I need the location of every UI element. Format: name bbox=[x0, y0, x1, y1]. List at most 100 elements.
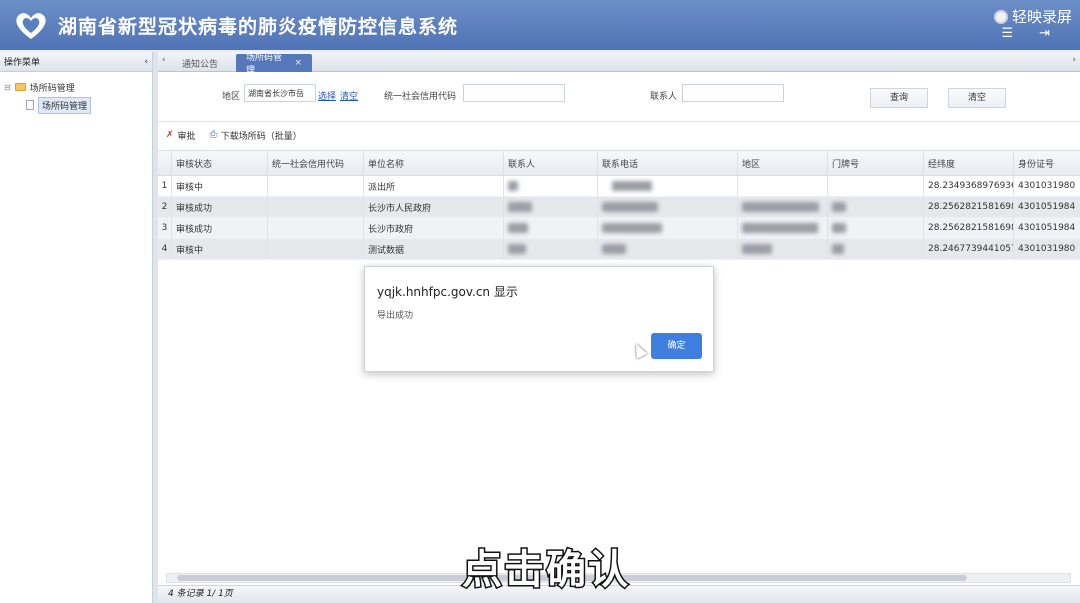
redacted bbox=[508, 181, 518, 191]
cell-credit-code bbox=[268, 218, 364, 238]
download-icon: ⎙ bbox=[209, 130, 217, 140]
region-input[interactable]: 湖南省长沙市岳 bbox=[244, 84, 316, 102]
redacted bbox=[508, 223, 528, 233]
expand-icon[interactable]: ⊟ bbox=[4, 83, 11, 92]
cell-contact bbox=[504, 239, 598, 259]
row-number: 2 bbox=[158, 197, 172, 217]
query-button[interactable]: 查询 bbox=[870, 88, 928, 108]
contact-input[interactable] bbox=[682, 84, 784, 102]
cell-region bbox=[738, 239, 828, 259]
redacted bbox=[832, 223, 846, 233]
menu-icon[interactable]: ☰ bbox=[1001, 26, 1013, 41]
recorder-watermark: 轻映录屏 bbox=[993, 6, 1072, 27]
cell-unit-name: 长沙市政府 bbox=[364, 218, 504, 238]
file-icon bbox=[26, 100, 34, 110]
folder-icon bbox=[14, 83, 26, 91]
cell-unit-name: 长沙市人民政府 bbox=[364, 197, 504, 217]
table-row[interactable]: 4 审核中 测试数据 28.2467739441057 4301031980 bbox=[158, 239, 1080, 260]
col-region[interactable]: 地区 bbox=[738, 151, 828, 175]
col-unit-name[interactable]: 单位名称 bbox=[364, 151, 504, 175]
tab-bar: ‹ 通知公告 场所码管理 × › bbox=[158, 52, 1080, 76]
collapse-icon[interactable]: ‹ bbox=[144, 57, 148, 67]
tab-scroll-left-icon[interactable]: ‹ bbox=[162, 55, 166, 65]
cell-region bbox=[738, 197, 828, 217]
cell-credit-code bbox=[268, 239, 364, 259]
cell-region bbox=[738, 176, 828, 196]
cell-status: 审核成功 bbox=[172, 197, 268, 217]
cell-id-number: 4301031980 bbox=[1018, 244, 1076, 254]
credit-code-label: 统一社会信用代码 bbox=[384, 92, 457, 102]
download-button[interactable]: ⎙ 下载场所码（批量） bbox=[210, 129, 302, 142]
table-row[interactable]: 2 审核成功 长沙市人民政府 28.2562821581698 43010519… bbox=[158, 197, 1080, 218]
row-number: 4 bbox=[158, 239, 172, 259]
col-coordinates[interactable]: 经纬度 bbox=[924, 151, 1014, 175]
redacted bbox=[602, 202, 658, 212]
col-credit-code[interactable]: 统一社会信用代码 bbox=[268, 151, 364, 175]
cell-phone bbox=[598, 218, 738, 238]
cell-contact bbox=[504, 218, 598, 238]
tree-item-parent[interactable]: ⊟ 场所码管理 bbox=[4, 78, 148, 96]
cell-door-number bbox=[828, 239, 924, 259]
review-icon: ✗ bbox=[166, 130, 174, 140]
redacted bbox=[612, 181, 652, 191]
ok-button[interactable]: 确定 bbox=[651, 333, 702, 359]
review-label: 审批 bbox=[177, 131, 196, 142]
cell-coordinates: 28.2562821581698 bbox=[924, 197, 1014, 217]
redacted bbox=[602, 244, 626, 254]
dialog-title: yqjk.hnhfpc.gov.cn 显示 bbox=[377, 285, 518, 299]
col-status[interactable]: 审核状态 bbox=[172, 151, 268, 175]
cell-coordinates: 28.2562821581698 bbox=[924, 218, 1014, 238]
cell-id-number: 4301051984 bbox=[1018, 223, 1076, 233]
row-number: 3 bbox=[158, 218, 172, 238]
tab-close-icon[interactable]: × bbox=[294, 58, 302, 68]
col-contact[interactable]: 联系人 bbox=[504, 151, 598, 175]
col-phone[interactable]: 联系电话 bbox=[598, 151, 738, 175]
alert-dialog: yqjk.hnhfpc.gov.cn 显示 导出成功 确定 bbox=[364, 266, 714, 372]
menu-tree: ⊟ 场所码管理 场所码管理 bbox=[0, 72, 152, 120]
table-row[interactable]: 3 审核成功 长沙市政府 28.2562821581698 4301051984 bbox=[158, 218, 1080, 239]
clear-button[interactable]: 清空 bbox=[948, 88, 1006, 108]
cell-phone bbox=[598, 176, 738, 196]
tree-child-label[interactable]: 场所码管理 bbox=[38, 96, 92, 114]
logout-icon[interactable]: ⇥ bbox=[1039, 26, 1050, 41]
logo-icon bbox=[10, 7, 52, 43]
cell-id-number: 4301031980 bbox=[1018, 181, 1076, 191]
redacted bbox=[832, 202, 846, 212]
tab-scroll-right-icon[interactable]: › bbox=[1072, 55, 1076, 65]
select-link[interactable]: 选择 bbox=[318, 89, 336, 102]
cell-unit-name: 测试数据 bbox=[364, 239, 504, 259]
table-row[interactable]: 1 审核中 派出所 28.2349368976936 4301031980 bbox=[158, 176, 1080, 197]
cell-region bbox=[738, 218, 828, 238]
region-label: 地区 bbox=[222, 92, 241, 102]
cell-coordinates: 28.2467739441057 bbox=[924, 239, 1014, 259]
tab-notice[interactable]: 通知公告 bbox=[172, 54, 238, 72]
review-button[interactable]: ✗ 审批 bbox=[166, 129, 196, 142]
redacted bbox=[742, 202, 819, 212]
redacted bbox=[832, 244, 844, 254]
tab-place-code[interactable]: 场所码管理 × bbox=[236, 53, 312, 76]
clear-link[interactable]: 清空 bbox=[340, 89, 358, 102]
data-grid: 审核状态 统一社会信用代码 单位名称 联系人 联系电话 地区 门牌号 经纬度 身… bbox=[158, 150, 1080, 260]
cell-coordinates: 28.2349368976936 bbox=[924, 176, 1014, 196]
tree-item-child[interactable]: 场所码管理 bbox=[4, 96, 148, 114]
app-header: 湖南省新型冠状病毒的肺炎疫情防控信息系统 轻映录屏 ☰ ⇥ bbox=[0, 0, 1080, 50]
contact-label: 联系人 bbox=[650, 92, 678, 102]
record-icon bbox=[993, 9, 1008, 24]
app-title: 湖南省新型冠状病毒的肺炎疫情防控信息系统 bbox=[58, 15, 459, 38]
video-caption: 点击确认 bbox=[461, 546, 630, 595]
cell-credit-code bbox=[268, 176, 364, 196]
sidebar: 操作菜单 ‹ ⊟ 场所码管理 场所码管理 bbox=[0, 52, 153, 603]
col-id-number[interactable]: 身份证号 bbox=[1014, 151, 1080, 175]
cell-status: 审核中 bbox=[172, 176, 268, 196]
cell-contact bbox=[504, 197, 598, 217]
cell-credit-code bbox=[268, 197, 364, 217]
credit-code-input[interactable] bbox=[463, 84, 565, 102]
redacted bbox=[508, 244, 526, 254]
cell-phone bbox=[598, 197, 738, 217]
sidebar-title: 操作菜单 bbox=[4, 58, 41, 68]
tree-parent-label: 场所码管理 bbox=[29, 83, 75, 94]
col-door-number[interactable]: 门牌号 bbox=[828, 151, 924, 175]
cell-contact bbox=[504, 176, 598, 196]
watermark-text: 轻映录屏 bbox=[1011, 8, 1072, 26]
dialog-message: 导出成功 bbox=[377, 311, 414, 321]
